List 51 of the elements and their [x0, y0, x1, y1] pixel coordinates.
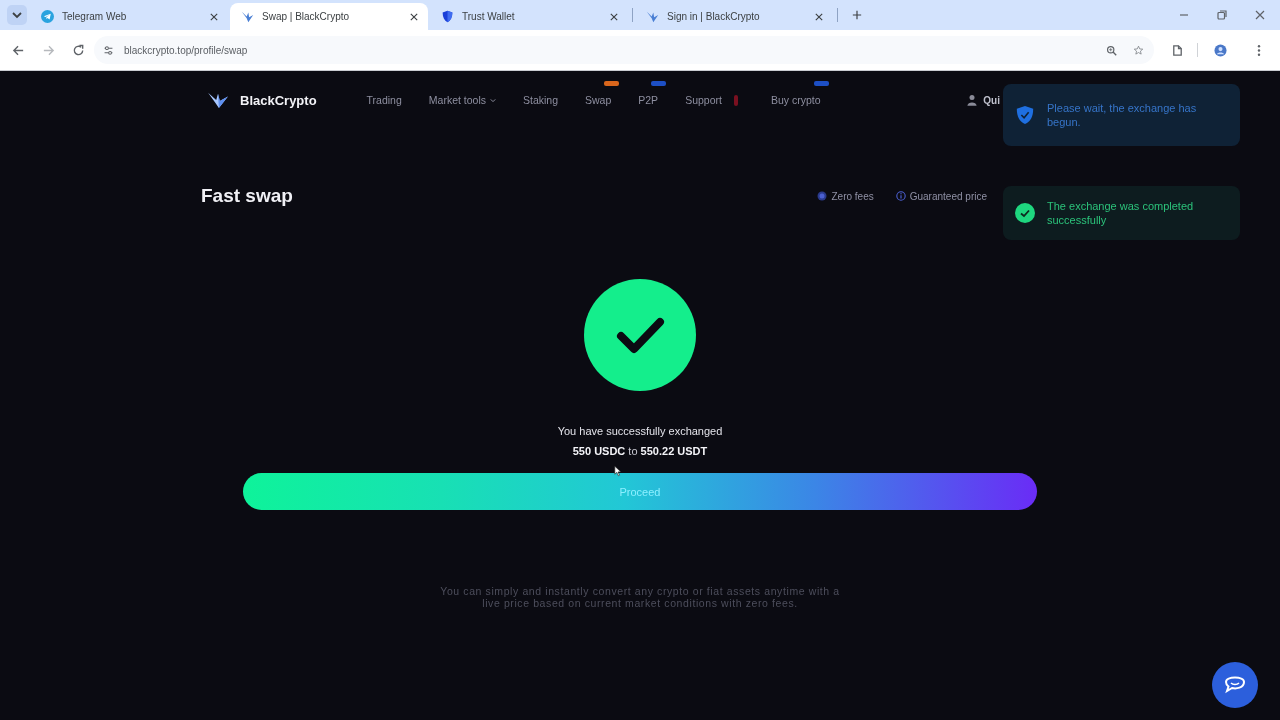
chat-icon[interactable] — [1212, 662, 1258, 708]
check-circle-icon — [1015, 203, 1035, 223]
bird-icon — [646, 10, 659, 23]
zoom-icon[interactable] — [1106, 44, 1117, 56]
address-bar[interactable]: blackcrypto.top/profile/swap — [94, 36, 1154, 64]
nav-link[interactable]: Buy crypto — [770, 94, 821, 106]
page-title: Fast swap — [201, 185, 293, 207]
swap-note: You can simply and instantly convert any crypto or fiat assets anytime with a live price based on current market conditions with zero fees. — [439, 585, 841, 609]
bird-logo-icon[interactable] — [207, 91, 229, 109]
cursor-icon — [614, 465, 622, 477]
close-icon[interactable] — [410, 12, 418, 21]
nav-link[interactable]: Swap — [585, 94, 612, 106]
close-icon[interactable] — [1255, 10, 1265, 20]
nav-link[interactable]: Trading — [366, 94, 402, 106]
exchange-amount: 550 USDC to 550.22 USDT — [572, 444, 708, 459]
nav-link[interactable]: Market tools — [428, 94, 496, 106]
success-message: You have successfully exchanged — [557, 424, 723, 439]
browser-tab[interactable]: Telegram Web — [30, 3, 228, 30]
feature-label: Zero fees — [831, 190, 874, 202]
toast-message: Please wait, the exchange has begun. — [1047, 101, 1198, 129]
shield-icon — [441, 10, 454, 23]
success-check-icon — [584, 279, 696, 391]
restore-icon[interactable] — [1217, 10, 1227, 20]
site-settings-icon[interactable] — [103, 44, 114, 56]
user-icon — [967, 94, 978, 106]
menu-icon[interactable] — [1257, 43, 1261, 57]
dot-icon — [817, 191, 828, 201]
bird-icon — [241, 10, 254, 23]
close-icon[interactable] — [210, 12, 218, 21]
shield-check-icon — [1015, 105, 1035, 125]
info-icon — [895, 191, 906, 201]
plus-icon[interactable] — [852, 10, 862, 20]
browser-tab[interactable]: Trust Wallet — [430, 3, 628, 30]
paper-plane-icon — [41, 10, 54, 23]
star-icon[interactable] — [1133, 44, 1144, 56]
nav-link[interactable]: Staking — [523, 94, 558, 106]
feature-label: Guaranteed price — [909, 190, 987, 202]
browser-tab[interactable]: Swap | BlackCrypto — [230, 3, 428, 30]
close-icon[interactable] — [610, 12, 618, 21]
brand-name: BlackCrypto — [240, 92, 317, 108]
close-icon[interactable] — [815, 12, 823, 21]
toast-message: The exchange was completed successfully — [1047, 199, 1195, 227]
nav-link[interactable]: Support — [685, 94, 744, 106]
profile-icon[interactable] — [1214, 43, 1227, 57]
chevron-down-icon[interactable] — [7, 5, 27, 25]
browser-tab[interactable]: Sign in | BlackCrypto — [635, 3, 833, 30]
account-button[interactable]: Qui — [967, 94, 1000, 106]
nav-link[interactable]: P2P — [638, 94, 659, 106]
back-arrow-icon[interactable] — [12, 43, 25, 57]
document-icon[interactable] — [1171, 43, 1184, 57]
reload-icon[interactable] — [72, 43, 85, 57]
